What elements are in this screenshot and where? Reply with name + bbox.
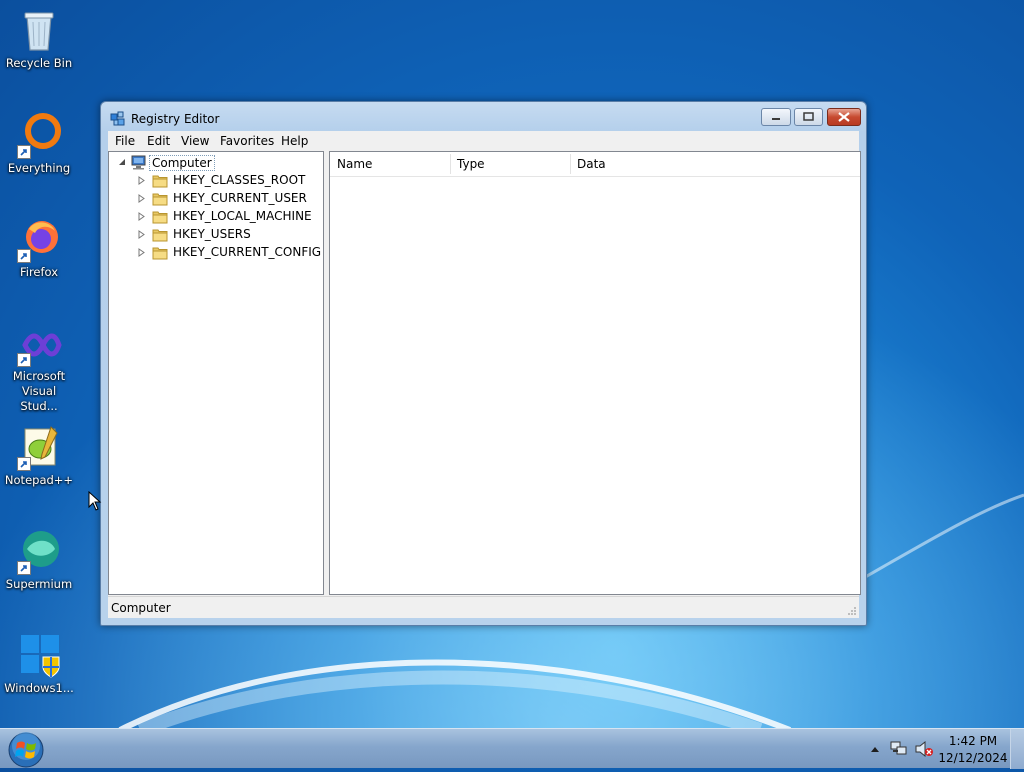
menu-file[interactable]: File (115, 134, 135, 148)
tree-label: HKEY_CURRENT_USER (173, 191, 307, 205)
firefox-icon (15, 215, 63, 263)
folder-icon (152, 229, 168, 242)
folder-icon (152, 211, 168, 224)
status-path: Computer (111, 601, 171, 615)
tree-node-hkey-local-machine[interactable]: HKEY_LOCAL_MACHINE (109, 207, 323, 225)
registry-tree[interactable]: Computer HKEY_CLASSES_ROOT HKEY_CURRENT_… (108, 151, 324, 595)
recycle-bin-icon (15, 6, 63, 54)
collapsed-arrow-icon[interactable] (138, 248, 146, 257)
column-divider[interactable] (570, 154, 571, 174)
network-icon[interactable] (889, 740, 909, 758)
taskbar: 1:42 PM 12/12/2024 (0, 728, 1024, 769)
collapsed-arrow-icon[interactable] (138, 230, 146, 239)
minimize-button[interactable] (761, 108, 791, 126)
close-button[interactable] (827, 108, 861, 126)
mouse-cursor-icon (88, 491, 102, 511)
clock-time[interactable]: 1:42 PM (933, 734, 1013, 748)
shortcut-arrow-icon (17, 353, 31, 367)
tree-label: HKEY_CURRENT_CONFIG (173, 245, 322, 259)
folder-icon (152, 247, 168, 260)
minimize-icon (772, 118, 780, 120)
tree-label: HKEY_CLASSES_ROOT (173, 173, 306, 187)
column-header-data[interactable]: Data (577, 157, 606, 171)
show-desktop-button[interactable] (1010, 729, 1024, 769)
folder-icon (152, 193, 168, 206)
desktop-icon-recycle-bin[interactable]: Recycle Bin (2, 6, 76, 71)
tree-label: HKEY_USERS (173, 227, 251, 241)
column-header-name[interactable]: Name (337, 157, 372, 171)
menu-view[interactable]: View (181, 134, 209, 148)
supermium-icon (15, 527, 63, 575)
column-header-type[interactable]: Type (457, 157, 485, 171)
tree-node-hkey-users[interactable]: HKEY_USERS (109, 225, 323, 243)
status-bar: Computer (108, 596, 859, 618)
desktop-icon-everything[interactable]: Everything (2, 111, 76, 176)
windows-update-icon (15, 631, 63, 679)
volume-muted-icon[interactable] (914, 740, 934, 758)
expanded-arrow-icon[interactable] (118, 158, 126, 166)
menu-favorites[interactable]: Favorites (220, 134, 274, 148)
computer-icon (131, 155, 146, 170)
column-divider[interactable] (450, 154, 451, 174)
start-button[interactable] (6, 731, 46, 769)
desktop-icon-label: Supermium (5, 577, 73, 591)
client-area: Computer HKEY_CLASSES_ROOT HKEY_CURRENT_… (108, 151, 861, 618)
show-hidden-icons-icon[interactable] (870, 745, 880, 753)
shortcut-arrow-icon (17, 561, 31, 575)
desktop-icon-windows-update[interactable]: Windows1... (2, 631, 76, 696)
shortcut-arrow-icon (17, 145, 31, 159)
desktop-icon-label: Everything (7, 161, 71, 175)
desktop-icon-supermium[interactable]: Supermium (2, 527, 76, 592)
desktop-icon-label: Recycle Bin (5, 56, 73, 70)
desktop-icon-notepad-plus-plus[interactable]: Notepad++ (2, 423, 76, 488)
list-header: Name Type Data (330, 152, 860, 177)
tree-node-computer[interactable]: Computer (109, 153, 309, 171)
resize-grip-icon[interactable] (847, 606, 857, 616)
tree-node-hkey-classes-root[interactable]: HKEY_CLASSES_ROOT (109, 171, 323, 189)
clock-date[interactable]: 12/12/2024 (933, 751, 1013, 765)
desktop-icon-visual-studio[interactable]: Microsoft Visual Stud... (2, 319, 76, 414)
maximize-button[interactable] (794, 108, 823, 126)
menu-edit[interactable]: Edit (147, 134, 170, 148)
desktop-icon-label: Microsoft Visual Stud... (12, 369, 66, 413)
close-icon (838, 112, 850, 122)
maximize-icon (803, 112, 814, 121)
desktop-icon-firefox[interactable]: Firefox (2, 215, 76, 280)
menu-help[interactable]: Help (281, 134, 308, 148)
title-bar[interactable]: Registry Editor (101, 102, 866, 132)
registry-editor-window[interactable]: Registry Editor File Edit View Favorites… (100, 101, 867, 626)
windows-logo-icon (8, 732, 44, 768)
window-title: Registry Editor (131, 112, 220, 126)
collapsed-arrow-icon[interactable] (138, 194, 146, 203)
tree-label: HKEY_LOCAL_MACHINE (173, 209, 312, 223)
tree-node-hkey-current-user[interactable]: HKEY_CURRENT_USER (109, 189, 323, 207)
values-list[interactable]: Name Type Data (329, 151, 861, 595)
shortcut-arrow-icon (17, 457, 31, 471)
desktop-icon-label: Notepad++ (4, 473, 74, 487)
desktop-icon-label: Firefox (19, 265, 59, 279)
tree-node-hkey-current-config[interactable]: HKEY_CURRENT_CONFIG (109, 243, 323, 261)
tree-label-computer: Computer (149, 155, 215, 171)
folder-icon (152, 175, 168, 188)
collapsed-arrow-icon[interactable] (138, 176, 146, 185)
registry-editor-icon (110, 111, 125, 126)
everything-icon (15, 111, 63, 159)
notepad-plus-plus-icon (15, 423, 63, 471)
shortcut-arrow-icon (17, 249, 31, 263)
visual-studio-icon (15, 319, 63, 367)
desktop-icon-label: Windows1... (4, 681, 74, 695)
menu-bar: File Edit View Favorites Help (108, 131, 859, 151)
collapsed-arrow-icon[interactable] (138, 212, 146, 221)
